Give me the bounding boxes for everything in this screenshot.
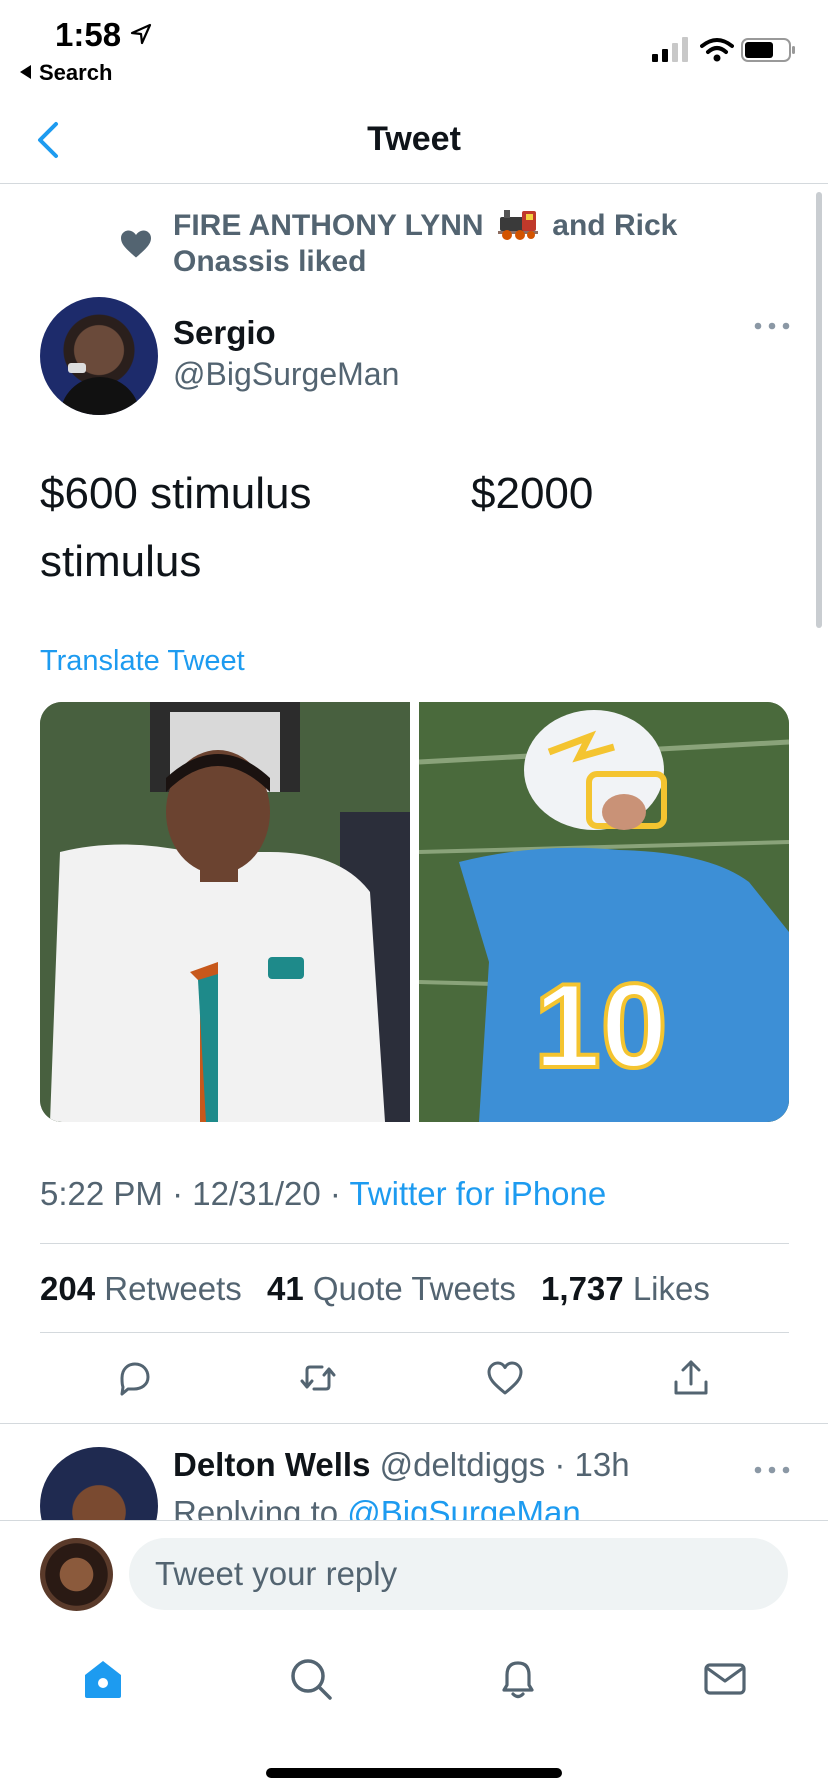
likes-label: Likes [632, 1270, 710, 1307]
battery-icon [741, 38, 795, 62]
notifications-icon[interactable] [495, 1656, 541, 1702]
share-icon[interactable] [671, 1358, 711, 1398]
reply-time: 13h [574, 1446, 630, 1483]
avatar-microphone [68, 363, 86, 373]
social-context[interactable]: FIRE ANTHONY LYNN and Rick Onassis liked [173, 207, 693, 280]
author-handle[interactable]: @BigSurgeMan [173, 356, 399, 393]
wifi-icon [700, 38, 734, 62]
search-icon[interactable] [288, 1656, 334, 1702]
photo-player-white-jersey [40, 702, 410, 1122]
home-icon[interactable] [80, 1656, 126, 1702]
tweet-text-part1: $600 stimulus [40, 469, 312, 518]
back-triangle-icon [20, 65, 31, 79]
reply-avatar[interactable] [40, 1447, 158, 1520]
replying-to-label: Replying to [173, 1494, 339, 1520]
meta-separator: · [172, 1175, 193, 1212]
page-title: Tweet [367, 120, 461, 158]
heart-icon [121, 230, 151, 258]
avatar-figure [60, 377, 140, 415]
replying-to: Replying to @BigSurgeMan [173, 1494, 581, 1520]
divider [40, 1332, 789, 1333]
media-photo-left[interactable] [40, 702, 410, 1122]
like-icon[interactable] [485, 1358, 525, 1398]
author-name[interactable]: Sergio [173, 314, 276, 352]
reply-more-options-icon[interactable] [752, 1464, 792, 1476]
scrollbar[interactable] [816, 192, 822, 628]
author-avatar[interactable] [40, 297, 158, 415]
reply-separator: · [545, 1446, 575, 1483]
reply-composer: Tweet your reply [0, 1520, 828, 1627]
tweet-date: 12/31/20 [192, 1175, 321, 1212]
likes-count: 1,737 [541, 1270, 624, 1307]
quotes-count: 41 [266, 1270, 304, 1307]
reply-tweet[interactable]: Delton Wells @deltdiggs · 13h Replying t… [0, 1424, 828, 1520]
meta-separator: · [329, 1175, 350, 1212]
locomotive-emoji-icon [497, 210, 538, 240]
social-context-text-before: FIRE ANTHONY LYNN [173, 209, 484, 242]
location-arrow-icon [130, 23, 152, 45]
tweet-media[interactable]: 10 [40, 702, 789, 1122]
tweet-text-part3: stimulus [40, 537, 202, 586]
translate-tweet-link[interactable]: Translate Tweet [40, 645, 245, 678]
tweet-source-link[interactable]: Twitter for iPhone [349, 1175, 606, 1212]
reply-header: Delton Wells @deltdiggs · 13h [173, 1446, 630, 1484]
media-photo-right[interactable]: 10 [419, 702, 789, 1122]
home-indicator[interactable] [266, 1768, 562, 1778]
retweets-stat[interactable]: 204 Retweets [40, 1270, 242, 1307]
back-to-search-link[interactable]: Search [20, 60, 112, 86]
likes-stat[interactable]: 1,737 Likes [541, 1270, 710, 1307]
quotes-stat[interactable]: 41 Quote Tweets [267, 1270, 516, 1307]
replying-to-mention[interactable]: @BigSurgeMan [347, 1494, 580, 1520]
quotes-label: Quote Tweets [312, 1270, 516, 1307]
reply-author-handle[interactable]: @deltdiggs [380, 1446, 546, 1483]
retweets-count: 204 [40, 1270, 96, 1307]
messages-icon[interactable] [702, 1656, 748, 1702]
divider [40, 1243, 789, 1244]
tweet-time: 5:22 PM [40, 1175, 163, 1212]
nav-divider [0, 183, 828, 184]
cellular-signal-icon [652, 37, 688, 62]
reply-author-name[interactable]: Delton Wells [173, 1446, 370, 1483]
tab-bar [0, 1626, 828, 1792]
back-to-search-label: Search [39, 60, 113, 85]
more-options-icon[interactable] [752, 320, 792, 332]
svg-text:10: 10 [534, 959, 667, 1093]
retweets-label: Retweets [104, 1270, 242, 1307]
photo-player-blue-jersey: 10 [419, 702, 789, 1122]
status-time: 1:58 [55, 16, 122, 53]
reply-input[interactable]: Tweet your reply [129, 1538, 788, 1610]
tweet-text-part2: $2000 [471, 469, 594, 518]
retweet-icon[interactable] [298, 1358, 338, 1398]
current-user-avatar[interactable] [40, 1538, 113, 1611]
tweet-meta: 5:22 PM · 12/31/20 · Twitter for iPhone [40, 1175, 606, 1213]
reply-icon[interactable] [114, 1358, 154, 1398]
tweet-stats: 204 Retweets 41 Quote Tweets 1,737 Likes [40, 1270, 710, 1308]
